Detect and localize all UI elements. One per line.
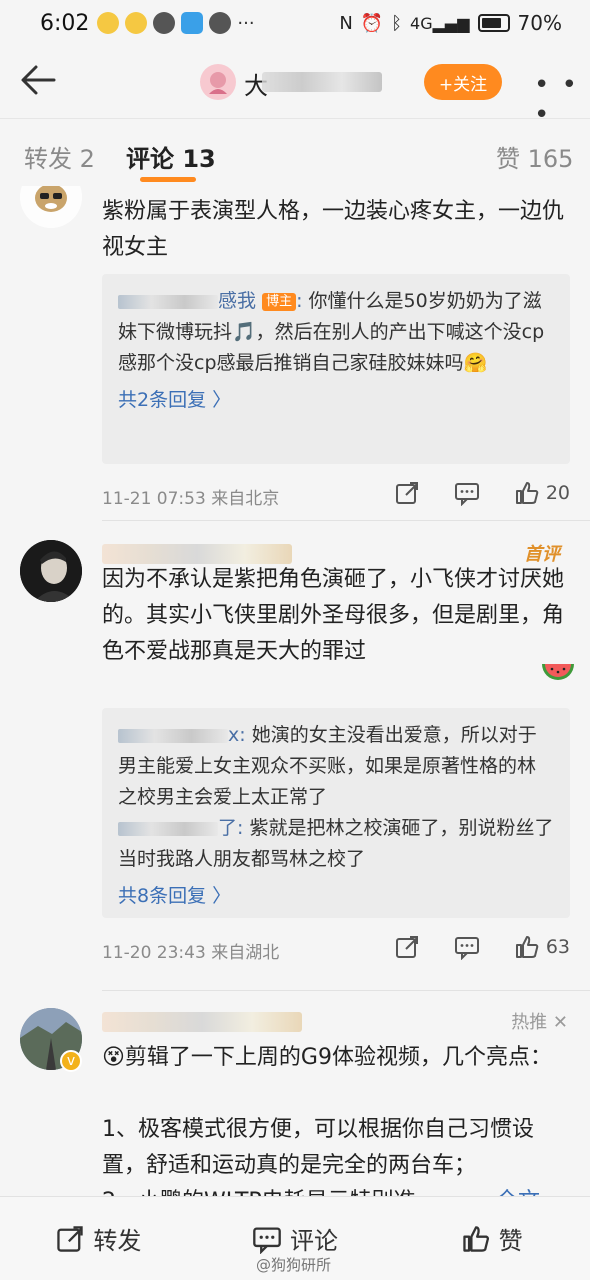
author-name-mosaic [262,72,382,92]
reply-item: 了: 紫就是把林之校演砸了，别说粉丝了当时我路人朋友都骂林之校了 [118,817,554,870]
comment-icon [253,1226,281,1254]
repost-label: 转发 [93,1227,142,1255]
commenter-name-mosaic [102,1012,302,1032]
top-nav-bar: 大 +关注 • • • [0,46,590,130]
wechat-icon [209,12,232,34]
reply-author[interactable]: 感我 [218,290,256,312]
share-icon[interactable] [394,480,420,506]
post-tabs: 转发 2 评论 13 赞 165 [0,118,590,186]
comment-actions: 63 [394,934,570,960]
divider [102,990,590,991]
bluetooth-icon: ᛒ [391,12,403,34]
thumbs-up-icon [462,1225,489,1252]
promoted-tag[interactable]: 热推 ✕ [511,1008,568,1034]
commenter-avatar[interactable] [20,540,82,602]
author-badge: 博主 [262,292,297,311]
verified-badge-icon: v [60,1050,82,1072]
like-label: 赞 [498,1227,523,1255]
watermark: @狗狗研所 [256,1256,332,1274]
like-post-button[interactable]: 赞 [393,1197,590,1280]
like-count: 20 [545,482,570,504]
full-text-link[interactable]: 全文 [496,1184,540,1196]
commenter-name-mosaic [102,544,292,564]
notification-icons: ··· [97,12,255,34]
tab-likes[interactable]: 赞 165 [496,139,573,174]
active-tab-indicator [140,177,196,182]
search-app-icon [181,12,204,34]
comment-meta: 11-21 07:53 来自北京 [102,489,280,509]
status-time: 6:02 [40,10,90,36]
more-notifications-icon: ··· [237,12,255,34]
weibo-notification-icon [125,12,148,34]
tab-repost[interactable]: 转发 2 [24,139,95,174]
comment-label: 评论 [290,1227,338,1255]
reply-author[interactable]: x [228,724,239,746]
reply-author[interactable]: 了 [218,817,237,839]
share-icon[interactable] [394,934,420,960]
comment-actions: 20 [394,480,570,506]
divider [102,520,590,521]
reply-icon[interactable] [454,934,480,960]
comment-text: 紫粉属于表演型人格，一边装心疼女主，一边仇视女主 [102,199,565,260]
comment-text: 因为不承认是紫把角色演砸了，小飞侠才讨厌她的。其实小飞侠里剧外圣母很多，但是剧里… [102,567,565,664]
weibo-notification-icon [97,12,120,34]
view-replies-link[interactable]: 共8条回复 〉 [118,881,554,912]
like-button[interactable]: 20 [514,480,570,506]
reply-author-mosaic [118,294,218,309]
alarm-icon: ⏰ [360,12,384,34]
comment-meta: 11-20 23:43 来自湖北 [102,943,280,963]
commenter-avatar[interactable] [20,186,82,228]
back-arrow-icon[interactable] [18,60,58,100]
nfc-icon: N [339,12,353,34]
reply-icon[interactable] [454,480,480,506]
like-button[interactable]: 63 [514,934,570,960]
comment-text-line: 2、小鹏的WLTP电耗显示特别准，… [102,1184,492,1196]
author-avatar[interactable] [200,64,236,100]
follow-button[interactable]: +关注 [424,64,502,100]
comment-text-line: 1、极客模式很方便，可以根据你自己习惯设置，舒适和运动真的是完全的两台车； [102,1117,534,1178]
tab-comments[interactable]: 评论 13 [126,139,216,174]
reply-author-mosaic [118,821,218,836]
thumbs-up-icon [515,936,539,958]
signal-icon: 4G▂▄▆ [410,13,470,33]
repost-button[interactable]: 转发 [0,1197,197,1280]
watermelon-icon [538,646,578,686]
view-replies-link[interactable]: 共2条回复 〉 [118,385,554,416]
comment-text: 😵剪辑了一下上周的G9体验视频，几个亮点： [102,1045,552,1070]
battery-percent: 70% [517,11,562,35]
comments-list: 紫粉属于表演型人格，一边装心疼女主，一边仇视女主 感我 博主: 你懂什么是50岁… [0,186,590,1196]
message-icon [153,12,176,34]
thumbs-up-icon [515,482,539,504]
reply-author-mosaic [118,728,228,743]
reply-box[interactable]: x: 她演的女主没看出爱意，所以对于男主能爱上女主观众不买账，如果是原著性格的林… [102,708,570,918]
reply-box[interactable]: 感我 博主: 你懂什么是50岁奶奶为了滋妹下微博玩抖🎵，然后在别人的产出下喊这个… [102,274,570,464]
status-bar: 6:02 ··· N ⏰ ᛒ 4G▂▄▆ 70% [0,0,590,46]
reply-item: x: 她演的女主没看出爱意，所以对于男主能爱上女主观众不买账，如果是原著性格的林… [118,724,537,808]
share-icon [57,1225,84,1252]
battery-icon [477,14,510,32]
like-count: 63 [545,936,570,958]
